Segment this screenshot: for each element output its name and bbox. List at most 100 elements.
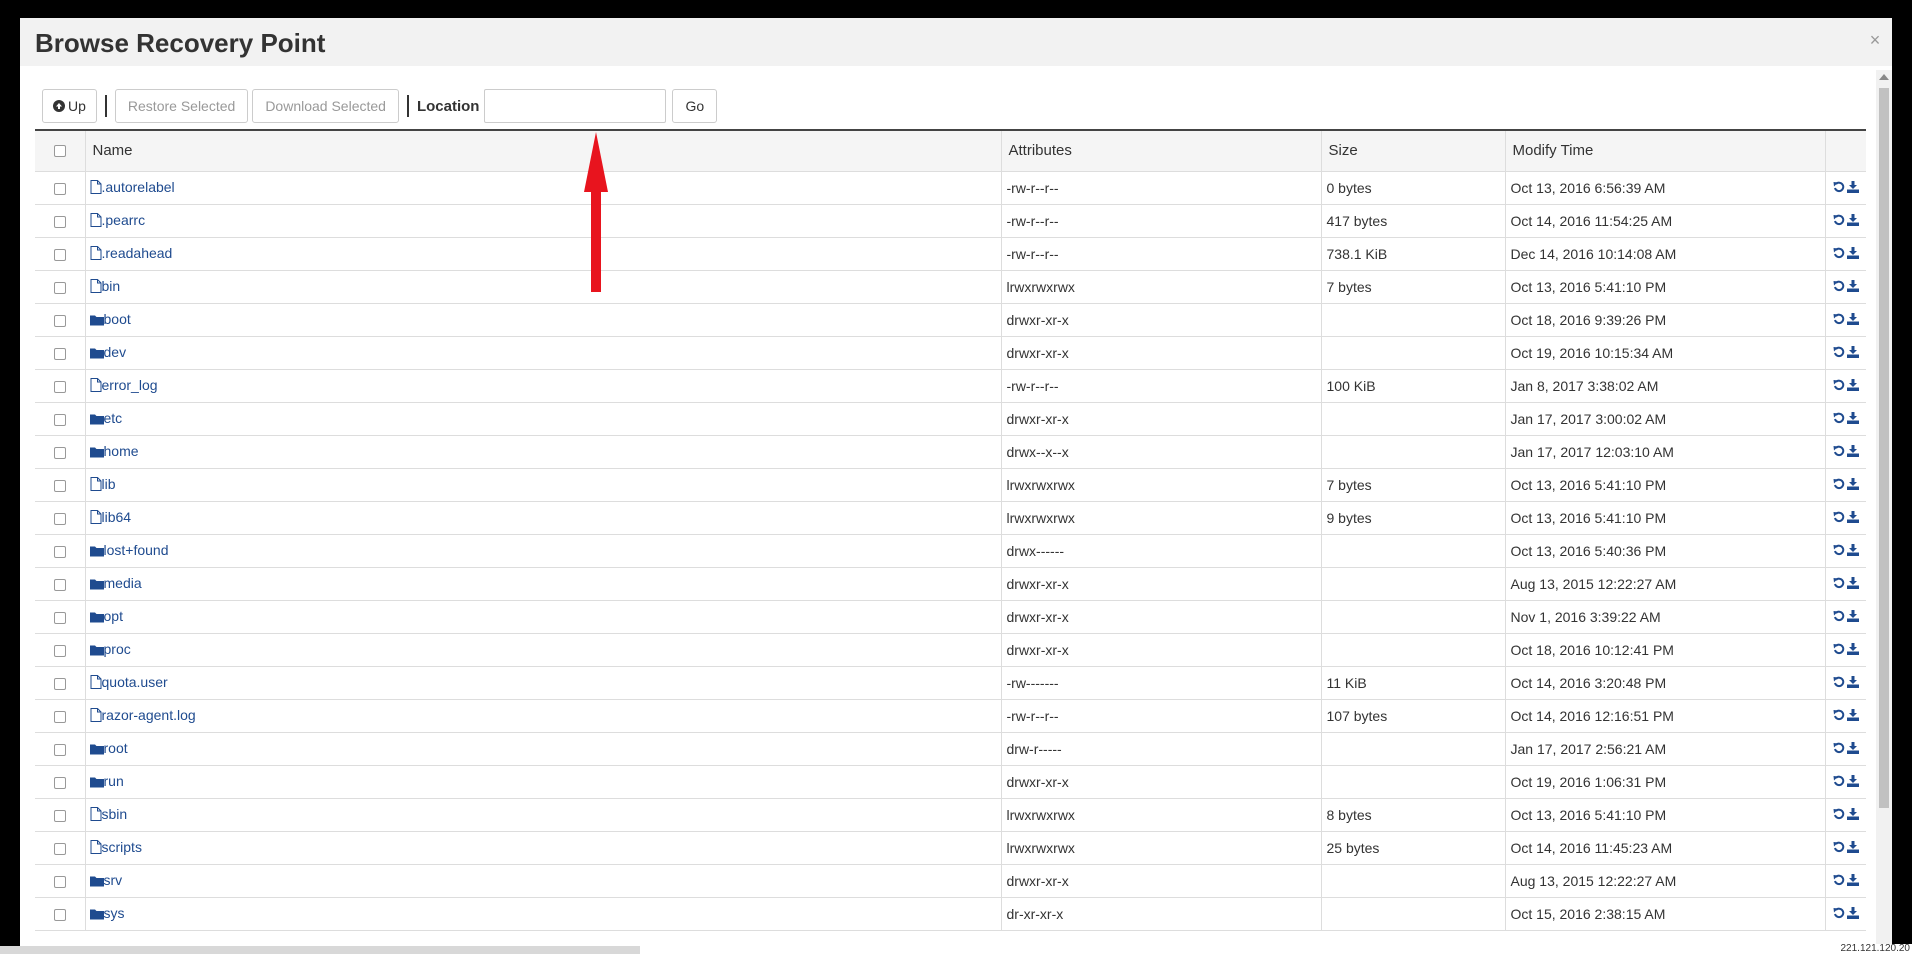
row-checkbox[interactable]	[53, 347, 66, 360]
file-name-link[interactable]: .autorelabel	[102, 179, 175, 195]
file-name-link[interactable]: .pearrc	[102, 212, 146, 228]
restore-icon[interactable]	[1833, 873, 1845, 889]
download-icon[interactable]	[1846, 576, 1859, 592]
download-icon[interactable]	[1846, 510, 1859, 526]
table-row[interactable]: sys dr-xr-xr-x Oct 15, 2016 2:38:15 AM	[35, 897, 1866, 931]
row-checkbox[interactable]	[53, 248, 66, 261]
table-row[interactable]: .pearrc -rw-r--r-- 417 bytes Oct 14, 2016 1…	[35, 204, 1866, 238]
select-all-checkbox[interactable]	[53, 145, 66, 158]
download-icon[interactable]	[1846, 246, 1859, 262]
download-icon[interactable]	[1846, 345, 1859, 361]
download-icon[interactable]	[1846, 609, 1859, 625]
restore-icon[interactable]	[1833, 708, 1845, 724]
scroll-up-arrow-icon[interactable]	[1879, 74, 1889, 80]
row-checkbox[interactable]	[53, 842, 66, 855]
row-checkbox[interactable]	[53, 776, 66, 789]
restore-icon[interactable]	[1833, 906, 1845, 922]
download-icon[interactable]	[1846, 279, 1859, 295]
row-checkbox[interactable]	[53, 479, 66, 492]
vertical-scrollbar[interactable]	[1876, 70, 1892, 954]
file-name-link[interactable]: lib	[102, 476, 116, 492]
table-row[interactable]: root drw-r----- Jan 17, 2017 2:56:21 AM	[35, 732, 1866, 766]
row-checkbox[interactable]	[53, 413, 66, 426]
bottom-scrollbar[interactable]	[0, 946, 640, 954]
download-icon[interactable]	[1846, 840, 1859, 856]
row-checkbox[interactable]	[53, 281, 66, 294]
restore-icon[interactable]	[1833, 180, 1845, 196]
table-row[interactable]: home drwx--x--x Jan 17, 2017 12:03:10 AM	[35, 435, 1866, 469]
column-header-attributes[interactable]: Attributes	[1000, 131, 1321, 172]
file-name-link[interactable]: sys	[104, 905, 125, 921]
table-row[interactable]: .autorelabel -rw-r--r-- 0 bytes Oct 13, 201…	[35, 171, 1866, 205]
table-row[interactable]: lost+found drwx------ Oct 13, 2016 5:40:36…	[35, 534, 1866, 568]
row-checkbox[interactable]	[53, 875, 66, 888]
table-row[interactable]: proc drwxr-xr-x Oct 18, 2016 10:12:41 PM	[35, 633, 1866, 667]
table-row[interactable]: scripts lrwxrwxrwx 25 bytes Oct 14, 2016 11…	[35, 831, 1866, 865]
download-icon[interactable]	[1846, 873, 1859, 889]
table-row[interactable]: sbin lrwxrwxrwx 8 bytes Oct 13, 2016 5:41:1…	[35, 798, 1866, 832]
close-icon[interactable]: ×	[1866, 31, 1884, 49]
download-icon[interactable]	[1846, 642, 1859, 658]
file-name-link[interactable]: home	[104, 443, 139, 459]
restore-icon[interactable]	[1833, 279, 1845, 295]
row-checkbox[interactable]	[53, 710, 66, 723]
restore-icon[interactable]	[1833, 741, 1845, 757]
row-checkbox[interactable]	[53, 545, 66, 558]
column-header-size[interactable]: Size	[1320, 131, 1505, 172]
row-checkbox[interactable]	[53, 512, 66, 525]
restore-icon[interactable]	[1833, 411, 1845, 427]
up-button[interactable]: Up	[42, 89, 97, 123]
download-icon[interactable]	[1846, 477, 1859, 493]
file-name-link[interactable]: error_log	[102, 377, 158, 393]
restore-icon[interactable]	[1833, 807, 1845, 823]
file-name-link[interactable]: lib64	[102, 509, 132, 525]
restore-icon[interactable]	[1833, 543, 1845, 559]
table-row[interactable]: error_log -rw-r--r-- 100 KiB Jan 8, 2017 3:…	[35, 369, 1866, 403]
column-header-modify-time[interactable]: Modify Time	[1504, 131, 1825, 172]
download-icon[interactable]	[1846, 807, 1859, 823]
row-checkbox[interactable]	[53, 809, 66, 822]
table-row[interactable]: media drwxr-xr-x Aug 13, 2015 12:22:27 AM	[35, 567, 1866, 601]
table-row[interactable]: .readahead -rw-r--r-- 738.1 KiB Dec 14, 201…	[35, 237, 1866, 271]
table-row[interactable]: lib lrwxrwxrwx 7 bytes Oct 13, 2016 5:41:10…	[35, 468, 1866, 502]
restore-icon[interactable]	[1833, 840, 1845, 856]
file-name-link[interactable]: boot	[104, 311, 131, 327]
table-row[interactable]: boot drwxr-xr-x Oct 18, 2016 9:39:26 PM	[35, 303, 1866, 337]
row-checkbox[interactable]	[53, 182, 66, 195]
download-icon[interactable]	[1846, 543, 1859, 559]
restore-icon[interactable]	[1833, 213, 1845, 229]
restore-icon[interactable]	[1833, 576, 1845, 592]
restore-icon[interactable]	[1833, 774, 1845, 790]
restore-icon[interactable]	[1833, 477, 1845, 493]
row-checkbox[interactable]	[53, 215, 66, 228]
row-checkbox[interactable]	[53, 380, 66, 393]
table-row[interactable]: lib64 lrwxrwxrwx 9 bytes Oct 13, 2016 5:41:…	[35, 501, 1866, 535]
restore-icon[interactable]	[1833, 312, 1845, 328]
table-row[interactable]: razor-agent.log -rw-r--r-- 107 bytes Oct 14…	[35, 699, 1866, 733]
restore-icon[interactable]	[1833, 246, 1845, 262]
table-row[interactable]: opt drwxr-xr-x Nov 1, 2016 3:39:22 AM	[35, 600, 1866, 634]
restore-icon[interactable]	[1833, 642, 1845, 658]
download-selected-button[interactable]: Download Selected	[252, 89, 399, 123]
file-name-link[interactable]: opt	[104, 608, 123, 624]
file-name-link[interactable]: dev	[104, 344, 127, 360]
file-name-link[interactable]: .readahead	[102, 245, 173, 261]
download-icon[interactable]	[1846, 675, 1859, 691]
file-name-link[interactable]: media	[104, 575, 142, 591]
download-icon[interactable]	[1846, 741, 1859, 757]
restore-icon[interactable]	[1833, 609, 1845, 625]
table-row[interactable]: run drwxr-xr-x Oct 19, 2016 1:06:31 PM	[35, 765, 1866, 799]
row-checkbox[interactable]	[53, 743, 66, 756]
table-row[interactable]: etc drwxr-xr-x Jan 17, 2017 3:00:02 AM	[35, 402, 1866, 436]
table-row[interactable]: bin lrwxrwxrwx 7 bytes Oct 13, 2016 5:41:10…	[35, 270, 1866, 304]
table-row[interactable]: dev drwxr-xr-x Oct 19, 2016 10:15:34 AM	[35, 336, 1866, 370]
row-checkbox[interactable]	[53, 644, 66, 657]
file-name-link[interactable]: etc	[104, 410, 123, 426]
row-checkbox[interactable]	[53, 578, 66, 591]
download-icon[interactable]	[1846, 312, 1859, 328]
download-icon[interactable]	[1846, 411, 1859, 427]
column-header-name[interactable]: Name	[84, 131, 1001, 172]
download-icon[interactable]	[1846, 774, 1859, 790]
file-name-link[interactable]: bin	[102, 278, 121, 294]
restore-selected-button[interactable]: Restore Selected	[114, 89, 249, 123]
